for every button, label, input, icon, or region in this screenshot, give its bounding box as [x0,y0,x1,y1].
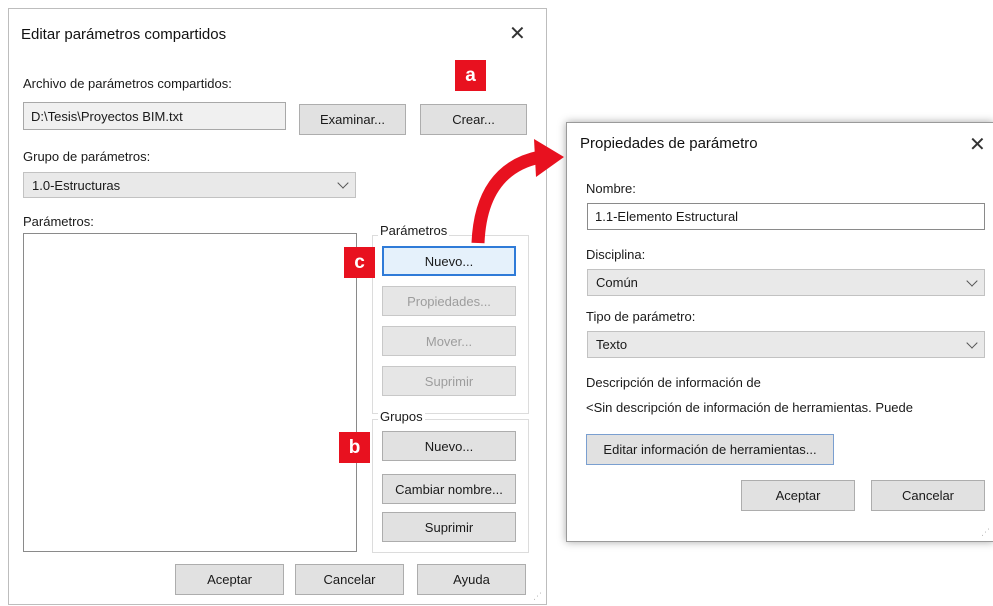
parameter-type-select[interactable]: Texto [587,331,985,358]
delete-group-button[interactable]: Suprimir [382,512,516,542]
parameters-label: Parámetros: [23,214,94,229]
parameters-groupbox-title: Parámetros [378,223,450,238]
discipline-select[interactable]: Común [587,269,985,296]
chevron-down-icon [966,274,978,287]
parameter-properties-dialog: Propiedades de parámetro ✕ Nombre: 1.1-E… [566,122,993,542]
parameter-group-value: 1.0-Estructuras [32,177,121,193]
arrow-head [534,139,564,177]
create-button[interactable]: Crear... [420,104,527,135]
help-button[interactable]: Ayuda [417,564,526,595]
move-parameter-button[interactable]: Mover... [382,326,516,356]
name-input[interactable]: 1.1-Elemento Estructural [587,203,985,230]
shared-file-field[interactable]: D:\Tesis\Proyectos BIM.txt [23,102,286,130]
rename-group-button[interactable]: Cambiar nombre... [382,474,516,504]
discipline-value: Común [596,275,638,290]
dialog-title: Editar parámetros compartidos [21,26,227,43]
parameter-type-value: Texto [596,337,628,352]
annotation-badge-a: a [455,60,486,91]
resize-grip-icon[interactable]: ⋰ [533,591,543,601]
annotation-arrow [471,139,564,244]
groups-groupbox-title: Grupos [378,409,425,424]
tooltip-description-label: Descripción de información de [586,375,761,390]
resize-grip-icon[interactable]: ⋰ [981,527,991,537]
edit-shared-parameters-dialog: Editar parámetros compartidos ✕ Archivo … [8,8,547,605]
parameters-list[interactable] [23,233,357,552]
annotation-badge-b: b [339,432,370,463]
parameter-properties-button[interactable]: Propiedades... [382,286,516,316]
cancel-button[interactable]: Cancelar [871,480,985,511]
delete-parameter-button[interactable]: Suprimir [382,366,516,396]
chevron-down-icon [966,336,978,349]
dialog-title: Propiedades de parámetro [580,135,758,152]
cancel-button[interactable]: Cancelar [295,564,404,595]
parameter-group-select[interactable]: 1.0-Estructuras [23,172,356,198]
tooltip-description-text: <Sin descripción de información de herra… [586,400,913,415]
ok-button[interactable]: Aceptar [175,564,284,595]
close-icon[interactable]: ✕ [509,21,526,45]
shared-file-label: Archivo de parámetros compartidos: [23,76,232,91]
ok-button[interactable]: Aceptar [741,480,855,511]
new-group-button[interactable]: Nuevo... [382,431,516,461]
browse-button[interactable]: Examinar... [299,104,406,135]
name-label: Nombre: [586,181,636,196]
parameter-group-label: Grupo de parámetros: [23,149,151,164]
discipline-label: Disciplina: [586,247,646,262]
annotation-badge-c: c [344,247,375,278]
edit-tooltip-button[interactable]: Editar información de herramientas... [586,434,834,465]
new-parameter-button[interactable]: Nuevo... [382,246,516,276]
close-icon[interactable]: ✕ [969,132,986,156]
arrow-curve [471,150,542,244]
parameter-type-label: Tipo de parámetro: [586,309,696,324]
chevron-down-icon [337,177,349,189]
